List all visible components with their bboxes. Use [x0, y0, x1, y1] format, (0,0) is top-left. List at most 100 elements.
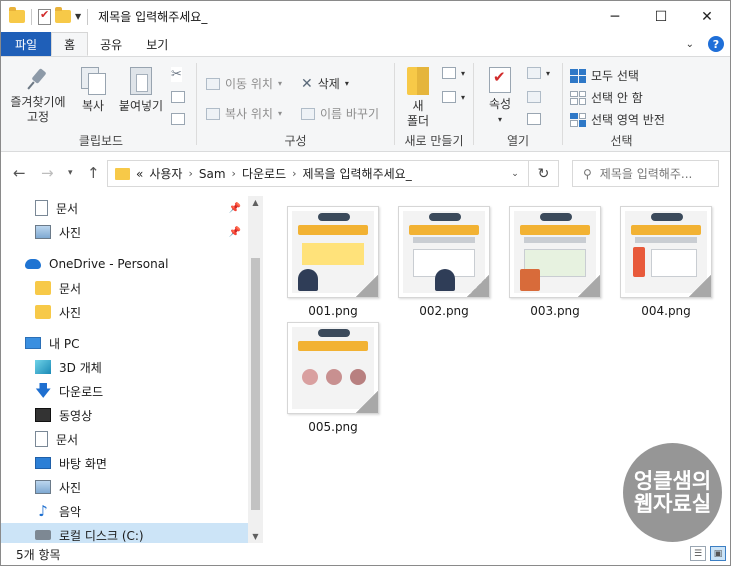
document-icon — [35, 200, 48, 216]
large-icons-view-icon[interactable]: ▣ — [710, 546, 726, 561]
tab-view[interactable]: 보기 — [134, 32, 180, 56]
copy-button[interactable]: 복사 — [73, 67, 113, 114]
open-button[interactable]: ▾ — [527, 67, 550, 79]
tab-home[interactable]: 홈 — [51, 32, 89, 56]
nav-pane-scrollbar[interactable]: ▲ ▼ — [248, 196, 263, 543]
properties-icon[interactable] — [38, 8, 51, 25]
forward-arrow-icon[interactable]: → — [41, 164, 54, 182]
nav-item-local-disk[interactable]: 로컬 디스크 (C:) — [1, 523, 249, 543]
copy-to-label: 복사 위치 — [225, 107, 273, 121]
paste-button[interactable]: 붙여넣기 — [115, 67, 167, 114]
breadcrumb-sam[interactable]: Sam — [199, 167, 226, 181]
file-item[interactable]: 001.png — [281, 206, 385, 318]
maximize-button[interactable]: ☐ — [638, 1, 684, 32]
search-box[interactable]: ⚲ — [572, 160, 719, 187]
file-name: 004.png — [641, 304, 691, 318]
thumbnail-badge — [540, 213, 572, 221]
cloud-icon — [25, 259, 41, 269]
nav-item-music[interactable]: ♪ 음악 — [1, 499, 249, 523]
copy-to-button[interactable]: 복사 위치 ▾ — [206, 105, 282, 122]
copy-path-button[interactable] — [171, 91, 185, 103]
nav-item-documents[interactable]: 문서 — [1, 427, 249, 451]
chevron-down-icon[interactable]: ▼ — [75, 12, 81, 21]
nav-item-onedrive-documents[interactable]: 문서 — [1, 276, 249, 300]
nav-item-pictures[interactable]: 사진 — [1, 475, 249, 499]
edit-button[interactable] — [527, 91, 541, 103]
new-folder-icon[interactable] — [55, 7, 71, 23]
paste-shortcut-button[interactable] — [171, 113, 185, 125]
rename-icon — [301, 107, 315, 120]
thumbnail-figure — [633, 247, 645, 277]
rename-button[interactable]: 이름 바꾸기 — [301, 105, 379, 122]
view-toggle: ☰ ▣ — [690, 546, 726, 561]
tab-share[interactable]: 공유 — [88, 32, 134, 56]
new-folder-button[interactable]: 새 폴더 — [402, 67, 434, 129]
up-arrow-icon[interactable]: ↑ — [87, 164, 100, 182]
scroll-down-icon[interactable]: ▼ — [248, 532, 263, 541]
file-item[interactable]: 002.png — [392, 206, 496, 318]
search-input[interactable] — [599, 166, 710, 181]
pin-label-1: 즐겨찾기에 — [10, 95, 66, 109]
nav-item-pictures-pinned[interactable]: 사진 📌 — [1, 220, 249, 244]
properties-icon — [489, 67, 511, 93]
nav-item-3d-objects[interactable]: 3D 개체 — [1, 355, 249, 379]
file-item[interactable]: 004.png — [614, 206, 718, 318]
download-icon: 🡇 — [35, 381, 52, 400]
nav-item-desktop[interactable]: 바탕 화면 — [1, 451, 249, 475]
properties-button[interactable]: 속성 ▾ — [481, 67, 519, 127]
refresh-icon[interactable]: ↻ — [528, 161, 558, 186]
nav-item-documents-pinned[interactable]: 문서 📌 — [1, 196, 249, 220]
chevron-right-icon[interactable]: › — [232, 167, 236, 180]
scrollbar-thumb[interactable] — [251, 258, 260, 510]
pin-icon[interactable]: 📌 — [229, 203, 241, 214]
file-thumbnail — [287, 206, 379, 298]
breadcrumb-users[interactable]: 사용자 — [149, 165, 182, 182]
chevron-down-icon[interactable]: ⌄ — [686, 39, 694, 50]
cut-button[interactable]: ✂ — [171, 67, 182, 82]
recent-locations-icon[interactable]: ▾ — [68, 168, 73, 178]
select-all-button[interactable]: 모두 선택 — [570, 67, 639, 84]
organize-group-label: 구성 — [284, 134, 307, 148]
select-none-button[interactable]: 선택 안 함 — [570, 89, 643, 106]
chevron-right-icon[interactable]: › — [292, 167, 296, 180]
file-item[interactable]: 005.png — [281, 322, 385, 434]
nav-item-label: 사진 — [59, 305, 82, 320]
back-arrow-icon[interactable]: ← — [13, 164, 26, 182]
help-icon[interactable]: ? — [708, 36, 724, 52]
address-bar[interactable]: « 사용자 › Sam › 다운로드 › 제목을 입력해주세요_ ⌄ ↻ — [107, 160, 559, 187]
delete-button[interactable]: ✕ 삭제 ▾ — [301, 75, 349, 92]
details-view-icon[interactable]: ☰ — [690, 546, 706, 561]
breadcrumb-downloads[interactable]: 다운로드 — [242, 165, 286, 182]
pictures-icon — [35, 480, 51, 494]
nav-item-videos[interactable]: 동영상 — [1, 403, 249, 427]
breadcrumb-overflow[interactable]: « — [136, 167, 143, 181]
watermark-line-2: 웹자료실 — [633, 491, 712, 516]
history-icon — [527, 113, 541, 125]
pin-to-quick-access-button[interactable]: 즐겨찾기에 고정 — [7, 67, 69, 125]
nav-item-onedrive[interactable]: OneDrive - Personal — [1, 252, 249, 276]
pin-icon — [26, 67, 50, 91]
chevron-right-icon[interactable]: › — [188, 167, 192, 180]
breadcrumb-current-folder[interactable]: 제목을 입력해주세요_ — [303, 165, 412, 182]
tab-file[interactable]: 파일 — [1, 32, 52, 56]
minimize-button[interactable]: ─ — [592, 1, 638, 32]
thumbnail-avatar — [326, 369, 342, 385]
file-item[interactable]: 003.png — [503, 206, 607, 318]
pin-icon[interactable]: 📌 — [229, 227, 241, 238]
new-item-button[interactable]: ▾ — [442, 67, 465, 79]
scroll-up-icon[interactable]: ▲ — [248, 198, 263, 207]
invert-selection-button[interactable]: 선택 영역 반전 — [570, 111, 665, 128]
easy-access-button[interactable]: ▾ — [442, 91, 465, 103]
ribbon: 즐겨찾기에 고정 복사 붙여넣기 ✂ 클립보드 이동 위치 ▾ 복사 위치 ▾ … — [1, 56, 730, 152]
address-dropdown-icon[interactable]: ⌄ — [506, 161, 524, 186]
nav-item-this-pc[interactable]: 내 PC — [1, 331, 249, 355]
close-button[interactable]: ✕ — [684, 1, 730, 32]
chevron-down-icon: ▾ — [461, 92, 466, 102]
nav-item-downloads[interactable]: 🡇 다운로드 — [1, 379, 249, 403]
nav-item-onedrive-pictures[interactable]: 사진 — [1, 300, 249, 324]
paste-icon — [130, 67, 152, 95]
document-icon — [35, 431, 48, 447]
move-to-button[interactable]: 이동 위치 ▾ — [206, 75, 282, 92]
thumbnail-heading — [409, 225, 479, 235]
history-button[interactable] — [527, 113, 541, 125]
